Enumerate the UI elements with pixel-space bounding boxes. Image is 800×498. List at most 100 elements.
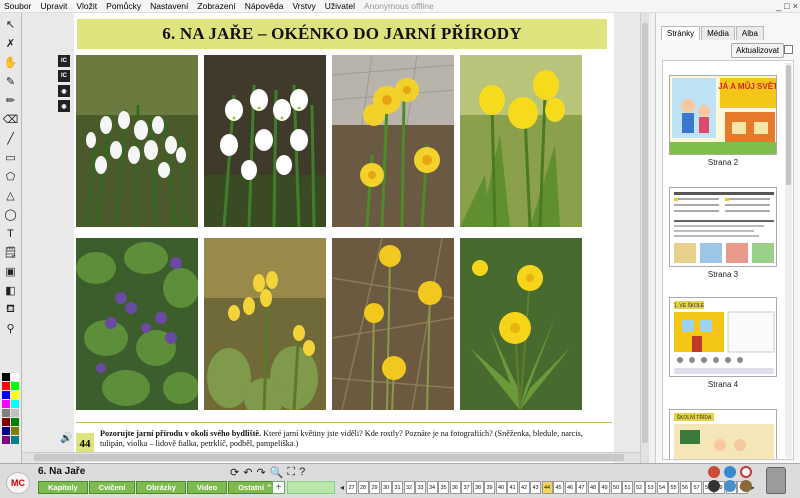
thumbnail-image[interactable]: 1. VE ŠKOLE bbox=[669, 297, 777, 377]
redo-icon[interactable]: ↷ bbox=[256, 466, 265, 479]
camera-icon[interactable] bbox=[708, 480, 720, 492]
highlighter-icon[interactable]: ✏ bbox=[2, 92, 19, 109]
thumbnails-scrollbar[interactable] bbox=[785, 63, 792, 458]
page-button-44[interactable]: 44 bbox=[541, 481, 553, 494]
page-button-39[interactable]: 39 bbox=[484, 481, 496, 494]
ic-icon[interactable]: IC bbox=[58, 55, 70, 67]
add-page-button[interactable]: + bbox=[272, 481, 285, 494]
page-button-36[interactable]: 36 bbox=[449, 481, 461, 494]
speaker-icon[interactable]: 🔊 bbox=[60, 433, 72, 444]
maximize-button[interactable]: □ bbox=[784, 1, 789, 11]
page-button-42[interactable]: 42 bbox=[518, 481, 530, 494]
rectangle-icon[interactable]: ▭ bbox=[2, 149, 19, 166]
color-swatch[interactable] bbox=[2, 436, 10, 444]
photo-narcis[interactable] bbox=[332, 55, 454, 227]
refresh-button[interactable]: Aktualizovat bbox=[731, 43, 785, 58]
page-button-55[interactable]: 55 bbox=[668, 481, 680, 494]
note-icon[interactable]: 🗒 bbox=[2, 244, 19, 261]
zoom-icon[interactable]: 🔍 bbox=[270, 466, 284, 479]
timer-icon[interactable] bbox=[740, 466, 752, 478]
select-arrow-icon[interactable]: ↖ bbox=[2, 16, 19, 33]
color-swatch[interactable] bbox=[11, 436, 19, 444]
horizontal-scrollbar[interactable] bbox=[22, 452, 640, 462]
menu-nastaveni[interactable]: Nastavení bbox=[150, 1, 188, 11]
nav-kapitoly[interactable]: Kapitoly bbox=[38, 481, 88, 494]
polygon-icon[interactable]: ⬠ bbox=[2, 168, 19, 185]
color-swatch[interactable] bbox=[11, 391, 19, 399]
photo-bledule[interactable] bbox=[204, 55, 326, 227]
menu-uzivatel[interactable]: Uživatel bbox=[325, 1, 355, 11]
color-swatch[interactable] bbox=[11, 418, 19, 426]
page-button-30[interactable]: 30 bbox=[380, 481, 392, 494]
color-swatch[interactable] bbox=[2, 427, 10, 435]
thumbnail-strana-2[interactable]: JÁ A MŮJ SVĚT Strana 2 bbox=[669, 75, 777, 167]
page-button-51[interactable]: 51 bbox=[622, 481, 634, 494]
page-button-47[interactable]: 47 bbox=[576, 481, 588, 494]
page-button-31[interactable]: 31 bbox=[392, 481, 404, 494]
dropper-icon[interactable]: ⚲ bbox=[2, 320, 19, 337]
minimize-button[interactable]: _ bbox=[776, 1, 781, 11]
vertical-scrollbar[interactable] bbox=[640, 13, 649, 463]
page-button-33[interactable]: 33 bbox=[415, 481, 427, 494]
app-logo[interactable]: MC bbox=[6, 472, 30, 494]
text-icon[interactable]: T bbox=[2, 225, 19, 242]
fill-icon[interactable]: ⛾ bbox=[2, 301, 19, 318]
globe-icon[interactable] bbox=[724, 480, 736, 492]
menu-vlozit[interactable]: Vložit bbox=[76, 1, 97, 11]
page-button-35[interactable]: 35 bbox=[438, 481, 450, 494]
page-button-37[interactable]: 37 bbox=[461, 481, 473, 494]
settings-icon[interactable] bbox=[740, 480, 752, 492]
tab-media[interactable]: Média bbox=[701, 26, 735, 40]
palette-icon[interactable] bbox=[708, 466, 720, 478]
photo-violka[interactable] bbox=[76, 238, 198, 410]
color-swatch[interactable] bbox=[11, 409, 19, 417]
thumbnail-strana-4[interactable]: 1. VE ŠKOLE Strana 4 bbox=[669, 297, 777, 389]
camera-icon[interactable]: ◉ bbox=[58, 85, 70, 97]
nav-video[interactable]: Video bbox=[186, 481, 228, 494]
page-button-41[interactable]: 41 bbox=[507, 481, 519, 494]
page-button-34[interactable]: 34 bbox=[426, 481, 438, 494]
color-swatch[interactable] bbox=[11, 382, 19, 390]
page-button-53[interactable]: 53 bbox=[645, 481, 657, 494]
color-swatch[interactable] bbox=[2, 409, 10, 417]
undo-icon[interactable]: ↶ bbox=[243, 466, 252, 479]
page-button-49[interactable]: 49 bbox=[599, 481, 611, 494]
page-button-43[interactable]: 43 bbox=[530, 481, 542, 494]
thumbnail-strana-3[interactable]: Strana 3 bbox=[669, 187, 777, 279]
ellipse-icon[interactable]: ◯ bbox=[2, 206, 19, 223]
triangle-icon[interactable]: △ bbox=[2, 187, 19, 204]
eraser-icon[interactable]: ⌫ bbox=[2, 111, 19, 128]
thumbnail-strana-5[interactable]: ŠKOLNÍ TŘÍDA bbox=[669, 409, 777, 459]
page-button-45[interactable]: 45 bbox=[553, 481, 565, 494]
color-swatch[interactable] bbox=[2, 373, 10, 381]
hand-icon[interactable]: ✋ bbox=[2, 54, 19, 71]
scroll-thumb[interactable] bbox=[786, 65, 791, 185]
page-button-29[interactable]: 29 bbox=[369, 481, 381, 494]
menu-zobrazeni[interactable]: Zobrazení bbox=[197, 1, 235, 11]
page-button-48[interactable]: 48 bbox=[587, 481, 599, 494]
help-icon[interactable]: ? bbox=[299, 466, 305, 479]
scroll-thumb[interactable] bbox=[642, 23, 648, 443]
photo-podbel[interactable] bbox=[332, 238, 454, 410]
page-button-40[interactable]: 40 bbox=[495, 481, 507, 494]
page-button-38[interactable]: 38 bbox=[472, 481, 484, 494]
tab-alba[interactable]: Alba bbox=[735, 26, 764, 40]
nav-obrazky[interactable]: Obrázky bbox=[136, 481, 186, 494]
menu-soubor[interactable]: Soubor bbox=[4, 1, 31, 11]
image-icon[interactable]: ▣ bbox=[2, 263, 19, 280]
page-button-52[interactable]: 52 bbox=[633, 481, 645, 494]
page-button-32[interactable]: 32 bbox=[403, 481, 415, 494]
color-swatch[interactable] bbox=[11, 373, 19, 381]
line-icon[interactable]: ╱ bbox=[2, 130, 19, 147]
page-button-28[interactable]: 28 bbox=[357, 481, 369, 494]
refresh-icon[interactable]: ⟳ bbox=[230, 466, 239, 479]
fullscreen-icon[interactable]: ⛶ bbox=[287, 466, 295, 479]
menu-pomucky[interactable]: Pomůcky bbox=[106, 1, 141, 11]
page-button-56[interactable]: 56 bbox=[679, 481, 691, 494]
page-button-50[interactable]: 50 bbox=[610, 481, 622, 494]
nav-cviceni[interactable]: Cvičení bbox=[88, 481, 136, 494]
photo-tulipan[interactable] bbox=[460, 55, 582, 227]
thumbnail-image[interactable] bbox=[669, 187, 777, 267]
color-swatch[interactable] bbox=[11, 427, 19, 435]
eraser-cross-icon[interactable]: ✗ bbox=[2, 35, 19, 52]
